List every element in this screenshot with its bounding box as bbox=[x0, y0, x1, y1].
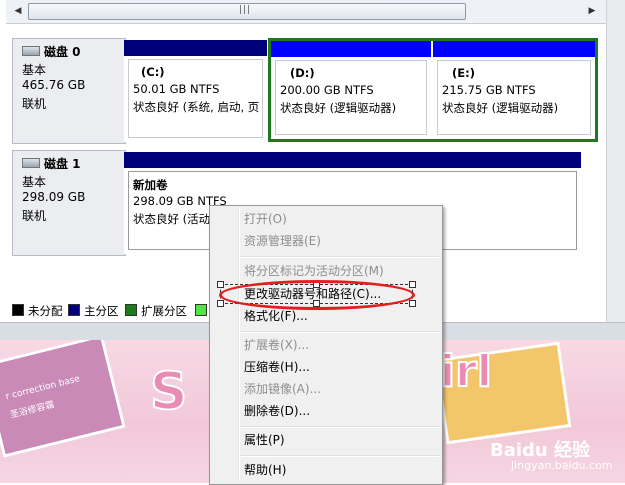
partition-size: 215.75 GB NTFS bbox=[442, 83, 536, 97]
resize-handle-icon bbox=[217, 281, 224, 288]
disk-1-info[interactable]: 磁盘 1 基本 298.09 GB 联机 bbox=[12, 150, 126, 256]
legend-item-extended: 扩展分区 bbox=[125, 304, 187, 318]
menu-item-open[interactable]: 打开(O) bbox=[244, 209, 287, 229]
vertical-scrollbar-track[interactable] bbox=[606, 0, 625, 322]
partition-body: (E:) 215.75 GB NTFS 状态良好 (逻辑驱动器) bbox=[437, 60, 591, 135]
legend-item-primary: 主分区 bbox=[68, 304, 119, 318]
menu-separator bbox=[240, 256, 439, 258]
legend-label: 未分配 bbox=[28, 304, 63, 318]
primary-partition-bar bbox=[124, 40, 267, 56]
menu-gutter bbox=[238, 208, 240, 482]
legend-swatch bbox=[12, 304, 24, 316]
disk-name: 磁盘 1 bbox=[44, 157, 81, 171]
partition-d[interactable]: (D:) 200.00 GB NTFS 状态良好 (逻辑驱动器) bbox=[271, 41, 431, 139]
menu-item-shrink-volume[interactable]: 压缩卷(H)... bbox=[244, 357, 310, 377]
context-menu: 打开(O) 资源管理器(E) 将分区标记为活动分区(M) 更改驱动器号和路径(C… bbox=[209, 205, 443, 485]
resize-handle-icon bbox=[409, 300, 416, 307]
partition-status: 状态良好 (系统, 启动, 页 bbox=[133, 100, 260, 114]
partition-c[interactable]: (C:) 50.01 GB NTFS 状态良好 (系统, 启动, 页 bbox=[124, 40, 267, 142]
disk-type: 基本 bbox=[22, 175, 47, 189]
menu-item-properties[interactable]: 属性(P) bbox=[244, 430, 285, 450]
partition-label: (E:) bbox=[452, 66, 475, 80]
legend-label: 扩展分区 bbox=[141, 304, 187, 318]
scroll-right-arrow-icon[interactable]: ▶ bbox=[584, 3, 600, 19]
scrollbar-thumb[interactable]: ||| bbox=[28, 3, 466, 20]
partition-label: 新加卷 bbox=[133, 177, 168, 193]
menu-item-delete-volume[interactable]: 删除卷(D)... bbox=[244, 401, 310, 421]
menu-item-explorer[interactable]: 资源管理器(E) bbox=[244, 231, 321, 251]
partition-body: (D:) 200.00 GB NTFS 状态良好 (逻辑驱动器) bbox=[275, 60, 427, 135]
wallpaper-text: r correction base bbox=[4, 374, 82, 403]
menu-item-add-mirror[interactable]: 添加镜像(A)... bbox=[244, 379, 321, 399]
disk-name: 磁盘 0 bbox=[44, 45, 81, 59]
legend-swatch bbox=[195, 304, 207, 316]
menu-separator bbox=[240, 455, 439, 457]
legend-swatch bbox=[68, 304, 80, 316]
disk-0-info[interactable]: 磁盘 0 基本 465.76 GB 联机 bbox=[12, 38, 126, 144]
grip-icon: ||| bbox=[239, 5, 252, 15]
menu-item-help[interactable]: 帮助(H) bbox=[244, 460, 286, 480]
partition-body: (C:) 50.01 GB NTFS 状态良好 (系统, 启动, 页 bbox=[128, 59, 263, 138]
wallpaper-title: irl bbox=[439, 345, 493, 398]
partition-status: 状态良好 (活动 bbox=[133, 211, 211, 227]
disk-icon bbox=[22, 158, 40, 168]
menu-separator bbox=[240, 426, 439, 428]
legend-label: 主分区 bbox=[84, 304, 119, 318]
menu-separator bbox=[240, 331, 439, 333]
resize-handle-icon bbox=[409, 281, 416, 288]
red-ellipse-annotation bbox=[219, 280, 415, 310]
wallpaper-card: r correction base 圣浴修容霜 bbox=[0, 340, 126, 458]
horizontal-scrollbar[interactable]: ◀ ||| ▶ bbox=[6, 0, 606, 24]
watermark-url: jingyan.baidu.com bbox=[511, 459, 613, 472]
wallpaper-title: S bbox=[149, 361, 188, 423]
legend-item-unallocated: 未分配 bbox=[12, 304, 63, 318]
disk-type: 基本 bbox=[22, 63, 47, 77]
disk-status: 联机 bbox=[22, 97, 47, 111]
disk-status: 联机 bbox=[22, 209, 47, 223]
disk-size: 465.76 GB bbox=[22, 78, 86, 92]
primary-partition-bar bbox=[124, 152, 581, 168]
wallpaper-text: 圣浴修容霜 bbox=[9, 400, 56, 421]
legend-swatch bbox=[125, 304, 137, 316]
logical-drive-bar bbox=[271, 41, 431, 57]
resize-handle-icon bbox=[217, 300, 224, 307]
partition-status: 状态良好 (逻辑驱动器) bbox=[280, 101, 397, 115]
partition-label: (C:) bbox=[141, 65, 165, 79]
menu-item-mark-active[interactable]: 将分区标记为活动分区(M) bbox=[244, 261, 384, 281]
partition-label: (D:) bbox=[290, 66, 315, 80]
partition-e[interactable]: (E:) 215.75 GB NTFS 状态良好 (逻辑驱动器) bbox=[433, 41, 595, 139]
partition-status: 状态良好 (逻辑驱动器) bbox=[442, 101, 559, 115]
scroll-left-arrow-icon[interactable]: ◀ bbox=[10, 3, 26, 19]
partition-size: 50.01 GB NTFS bbox=[133, 82, 220, 96]
disk-icon bbox=[22, 46, 40, 56]
disk-size: 298.09 GB bbox=[22, 190, 86, 204]
logical-drive-bar bbox=[433, 41, 595, 57]
menu-item-extend-volume[interactable]: 扩展卷(X)... bbox=[244, 335, 309, 355]
partition-size: 200.00 GB NTFS bbox=[280, 83, 374, 97]
